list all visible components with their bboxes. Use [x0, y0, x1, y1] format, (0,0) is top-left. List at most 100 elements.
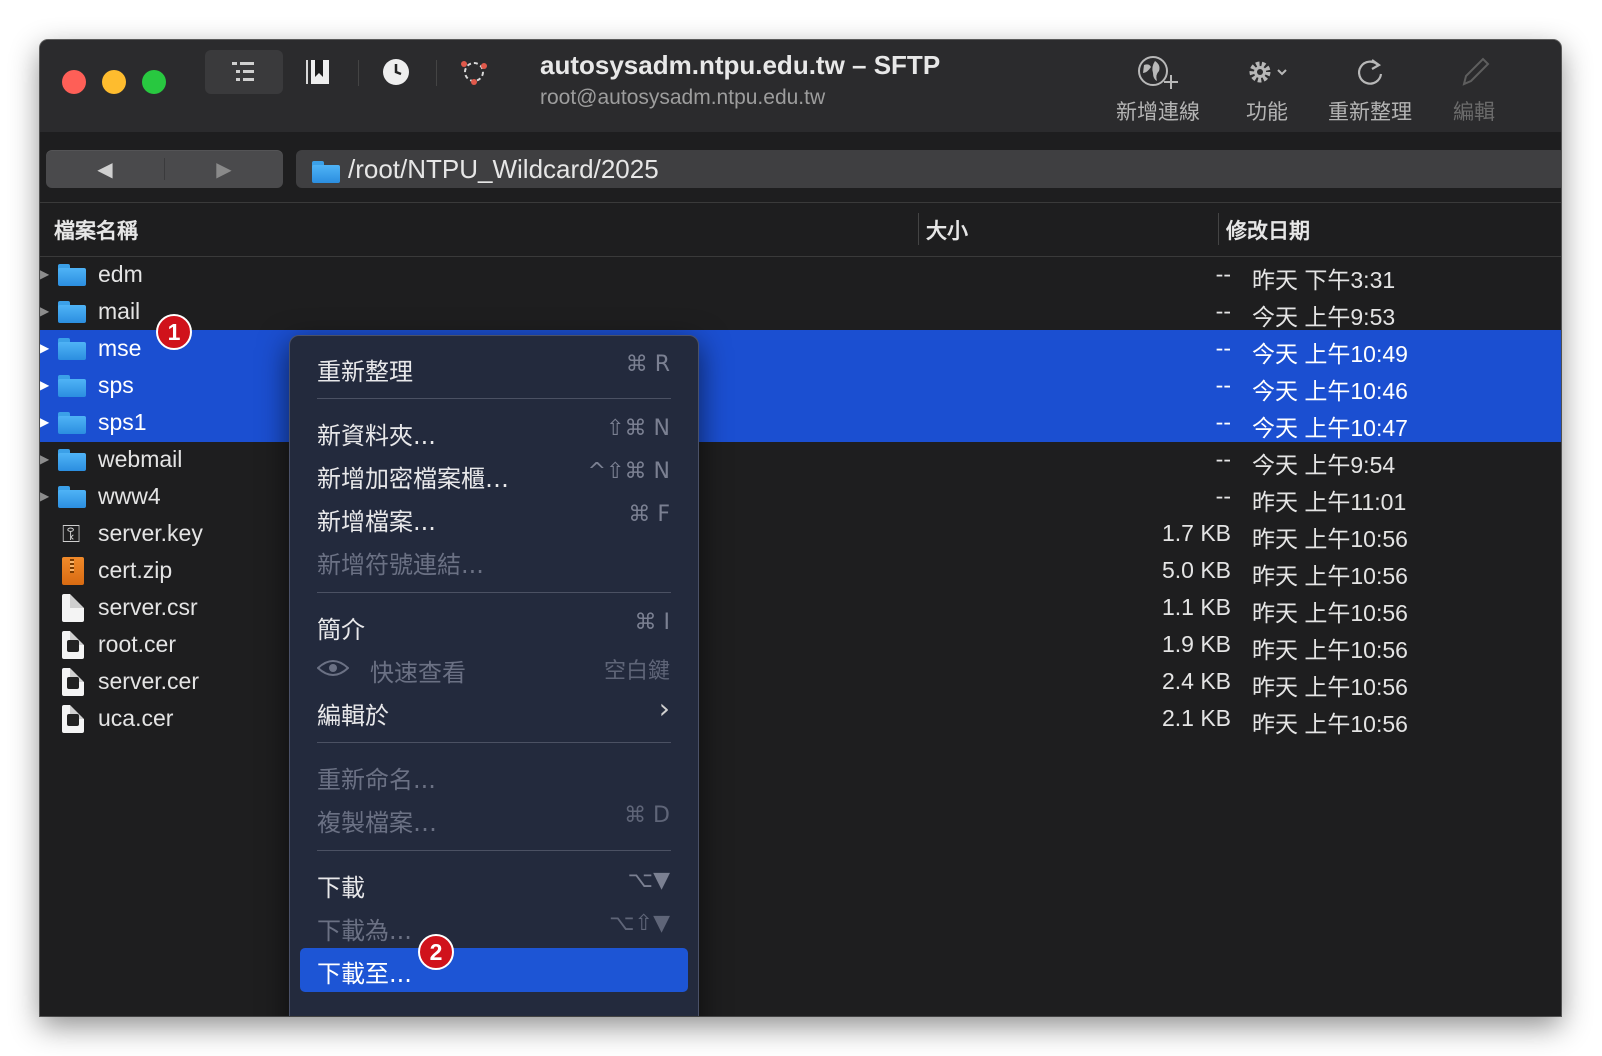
file-modified: 今天 上午9:54	[1252, 452, 1396, 478]
file-row-server-cer[interactable]: server.cer 2.4 KB 昨天 上午10:56	[40, 663, 1561, 701]
menu-item-duplicate: 複製檔案… ⌘ D	[300, 797, 688, 839]
step-1-badge: 1	[156, 314, 192, 350]
menu-item-label: 下載至...	[317, 960, 412, 988]
file-size: 5.0 KB	[1161, 557, 1231, 583]
disclosure-triangle-icon[interactable]: ▶	[40, 267, 49, 281]
bookmark-icon	[306, 60, 329, 84]
file-name: edm	[98, 261, 143, 287]
step-2-badge: 2	[418, 934, 454, 970]
minimize-window-button[interactable]	[102, 70, 126, 94]
path-popup[interactable]: /root/NTPU_Wildcard/2025	[296, 150, 1561, 188]
file-size: --	[1215, 483, 1231, 509]
disclosure-triangle-icon[interactable]: ▶	[40, 341, 49, 355]
disclosure-triangle-icon[interactable]: ▶	[40, 489, 49, 503]
file-row-server-csr[interactable]: server.csr 1.1 KB 昨天 上午10:56	[40, 589, 1561, 627]
menu-item-new-file[interactable]: 新增檔案... ⌘ F	[300, 496, 688, 538]
menu-item-label: 下載為...	[317, 917, 412, 945]
bonjour-button[interactable]	[454, 50, 494, 94]
menu-item-shortcut: ⌘ D	[624, 803, 670, 828]
menu-item-download-as: 下載為... ⌥⇧▼	[300, 905, 688, 947]
file-row-sps[interactable]: ▶ sps -- 今天 上午10:46	[40, 367, 1561, 405]
file-row-mse[interactable]: ▶ mse -- 今天 上午10:49	[40, 330, 1561, 368]
file-row-uca-cer[interactable]: uca.cer 2.1 KB 昨天 上午10:56	[40, 700, 1561, 738]
menu-item-label: 重新命名...	[317, 766, 436, 794]
file-row-webmail[interactable]: ▶ webmail -- 今天 上午9:54	[40, 441, 1561, 479]
menu-item-new-folder[interactable]: 新資料夾... ⇧⌘ N	[300, 410, 688, 452]
folder-icon	[58, 261, 88, 289]
file-modified: 昨天 上午10:56	[1252, 711, 1408, 737]
file-size: 1.1 KB	[1161, 594, 1231, 620]
menu-item-info[interactable]: 簡介 ⌘ I	[300, 604, 688, 646]
file-row-mail[interactable]: ▶ mail -- 今天 上午9:53	[40, 293, 1561, 331]
menu-item-label: 新資料夾...	[317, 422, 436, 450]
menu-item-label: 新增符號連結...	[317, 551, 484, 579]
refresh-button[interactable]: 重新整理	[1328, 52, 1412, 126]
menu-item-new-vault[interactable]: 新增加密檔案櫃… ^⇧⌘ N	[300, 453, 688, 495]
close-window-button[interactable]	[62, 70, 86, 94]
history-button[interactable]	[376, 50, 416, 94]
certificate-icon	[58, 668, 88, 696]
chevron-right-icon: ›	[658, 692, 670, 725]
back-button[interactable]: ◀	[46, 150, 164, 188]
menu-item-download-to[interactable]: 下載至...	[300, 948, 688, 992]
zoom-window-button[interactable]	[142, 70, 166, 94]
gear-chevron-icon	[1249, 61, 1287, 83]
new-connection-button[interactable]: 新增連線	[1116, 52, 1200, 126]
file-size: 1.7 KB	[1161, 520, 1231, 546]
edit-button[interactable]: 編輯	[1453, 52, 1495, 126]
zip-archive-icon	[58, 557, 88, 585]
file-name: server.key	[98, 520, 203, 546]
file-modified: 今天 上午10:49	[1252, 341, 1408, 367]
file-row-root-cer[interactable]: root.cer 1.9 KB 昨天 上午10:56	[40, 626, 1561, 664]
file-modified: 今天 上午10:47	[1252, 415, 1408, 441]
file-row-sps1[interactable]: ▶ sps1 -- 今天 上午10:47	[40, 404, 1561, 442]
network-icon	[461, 61, 487, 85]
actions-button[interactable]: 功能	[1244, 52, 1290, 126]
file-size: --	[1215, 446, 1231, 472]
folder-icon	[58, 335, 88, 363]
outline-view-button[interactable]	[205, 50, 283, 94]
menu-separator	[317, 742, 671, 743]
menu-separator	[317, 850, 671, 851]
new-connection-label: 新增連線	[1116, 100, 1200, 124]
disclosure-triangle-icon[interactable]: ▶	[40, 452, 49, 466]
menu-item-edit-with[interactable]: 編輯於 ›	[300, 690, 688, 732]
file-row-edm[interactable]: ▶ edm -- 昨天 下午3:31	[40, 256, 1561, 294]
file-name: webmail	[98, 446, 183, 472]
file-name: sps1	[98, 409, 147, 435]
file-row-www4[interactable]: ▶ www4 -- 昨天 上午11:01	[40, 478, 1561, 516]
clock-icon	[383, 59, 409, 85]
file-name: cert.zip	[98, 557, 173, 583]
back-forward-control: ◀ ▶	[46, 150, 283, 188]
menu-item-download[interactable]: 下載 ⌥▼	[300, 862, 688, 904]
column-modified-header[interactable]: 修改日期	[1226, 215, 1310, 245]
current-path: /root/NTPU_Wildcard/2025	[348, 153, 659, 184]
file-size: 2.1 KB	[1161, 705, 1231, 731]
menu-item-shortcut: ⌥⇧▼	[609, 911, 670, 936]
menu-item-label: 簡介	[317, 616, 365, 644]
column-size-header[interactable]: 大小	[926, 215, 968, 245]
window-title: autosysadm.ntpu.edu.tw – SFTP	[540, 50, 941, 80]
certificate-icon	[58, 705, 88, 733]
menu-item-new-symlink: 新增符號連結...	[300, 539, 688, 581]
folder-icon	[58, 483, 88, 511]
file-modified: 昨天 上午10:56	[1252, 674, 1408, 700]
column-name-header[interactable]: 檔案名稱	[54, 215, 138, 245]
file-size: --	[1215, 335, 1231, 361]
menu-item-label: 新增加密檔案櫃…	[317, 465, 509, 493]
menu-separator	[317, 592, 671, 593]
disclosure-triangle-icon[interactable]: ▶	[40, 415, 49, 429]
menu-item-refresh[interactable]: 重新整理 ⌘ R	[300, 346, 688, 388]
context-menu: 重新整理 ⌘ R 新資料夾... ⇧⌘ N 新增加密檔案櫃… ^⇧⌘ N 新增檔…	[289, 335, 699, 1016]
certificate-icon	[58, 631, 88, 659]
disclosure-triangle-icon[interactable]: ▶	[40, 304, 49, 318]
file-row-cert-zip[interactable]: cert.zip 5.0 KB 昨天 上午10:56	[40, 552, 1561, 590]
file-row-server-key[interactable]: ⚿ server.key 1.7 KB 昨天 上午10:56	[40, 515, 1561, 553]
menu-item-label: 新增檔案...	[317, 508, 436, 536]
bookmarks-button[interactable]	[298, 50, 338, 94]
disclosure-triangle-icon[interactable]: ▶	[40, 378, 49, 392]
forward-button[interactable]: ▶	[165, 150, 283, 188]
file-name: server.cer	[98, 668, 199, 694]
menu-item-label: 快速查看	[370, 659, 466, 687]
menu-item-quick-look: 快速查看 空白鍵	[300, 647, 688, 689]
